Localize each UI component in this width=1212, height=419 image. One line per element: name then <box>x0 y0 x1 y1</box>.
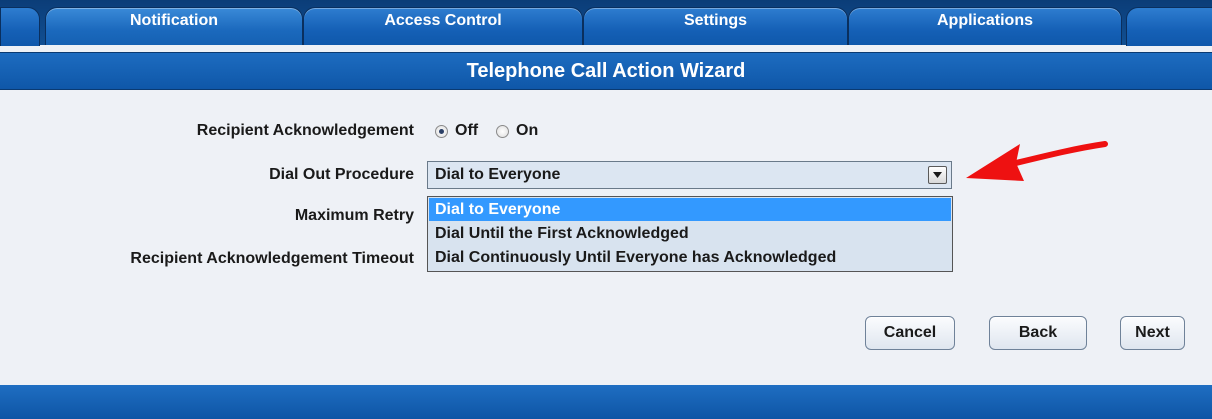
ack-off-label[interactable]: Off <box>455 122 478 140</box>
tab-applications[interactable]: Applications <box>848 7 1122 45</box>
ack-label: Recipient Acknowledgement <box>196 122 414 139</box>
wizard-title: Telephone Call Action Wizard <box>466 59 746 82</box>
tab-edge-right <box>1126 7 1212 46</box>
dial-out-label: Dial Out Procedure <box>269 166 414 183</box>
ack-timeout-label: Recipient Acknowledgement Timeout <box>130 250 414 267</box>
tab-bar: Notification Access Control Settings App… <box>0 0 1212 46</box>
footer-bar <box>0 385 1212 419</box>
next-button[interactable]: Next <box>1120 316 1185 350</box>
dropdown-option[interactable]: Dial Continuously Until Everyone has Ack… <box>429 246 951 269</box>
red-arrow-icon <box>966 141 1108 181</box>
dial-out-select[interactable]: Dial to Everyone <box>427 161 952 189</box>
cancel-button[interactable]: Cancel <box>865 316 955 350</box>
chevron-down-icon <box>933 172 942 178</box>
wizard-title-bar: Telephone Call Action Wizard <box>0 52 1212 90</box>
dial-out-dropdown-list: Dial to Everyone Dial Until the First Ac… <box>427 196 953 272</box>
max-retry-label: Maximum Retry <box>294 207 414 224</box>
dropdown-button[interactable] <box>928 166 947 184</box>
tab-applications-label: Applications <box>936 11 1033 29</box>
tab-access-control[interactable]: Access Control <box>303 7 583 45</box>
ack-off-radio[interactable] <box>435 125 448 138</box>
tab-edge-left <box>0 7 40 46</box>
tab-access-control-label: Access Control <box>384 11 502 29</box>
tab-settings-label: Settings <box>683 11 748 29</box>
ack-on-label[interactable]: On <box>516 122 538 140</box>
back-button[interactable]: Back <box>989 316 1087 350</box>
dropdown-option[interactable]: Dial Until the First Acknowledged <box>429 222 951 245</box>
dropdown-option[interactable]: Dial to Everyone <box>429 198 951 221</box>
tab-settings[interactable]: Settings <box>583 7 848 45</box>
tab-notification[interactable]: Notification <box>45 7 303 45</box>
tab-notification-label: Notification <box>130 11 218 29</box>
ack-on-radio[interactable] <box>496 125 509 138</box>
dial-out-value: Dial to Everyone <box>435 166 561 183</box>
